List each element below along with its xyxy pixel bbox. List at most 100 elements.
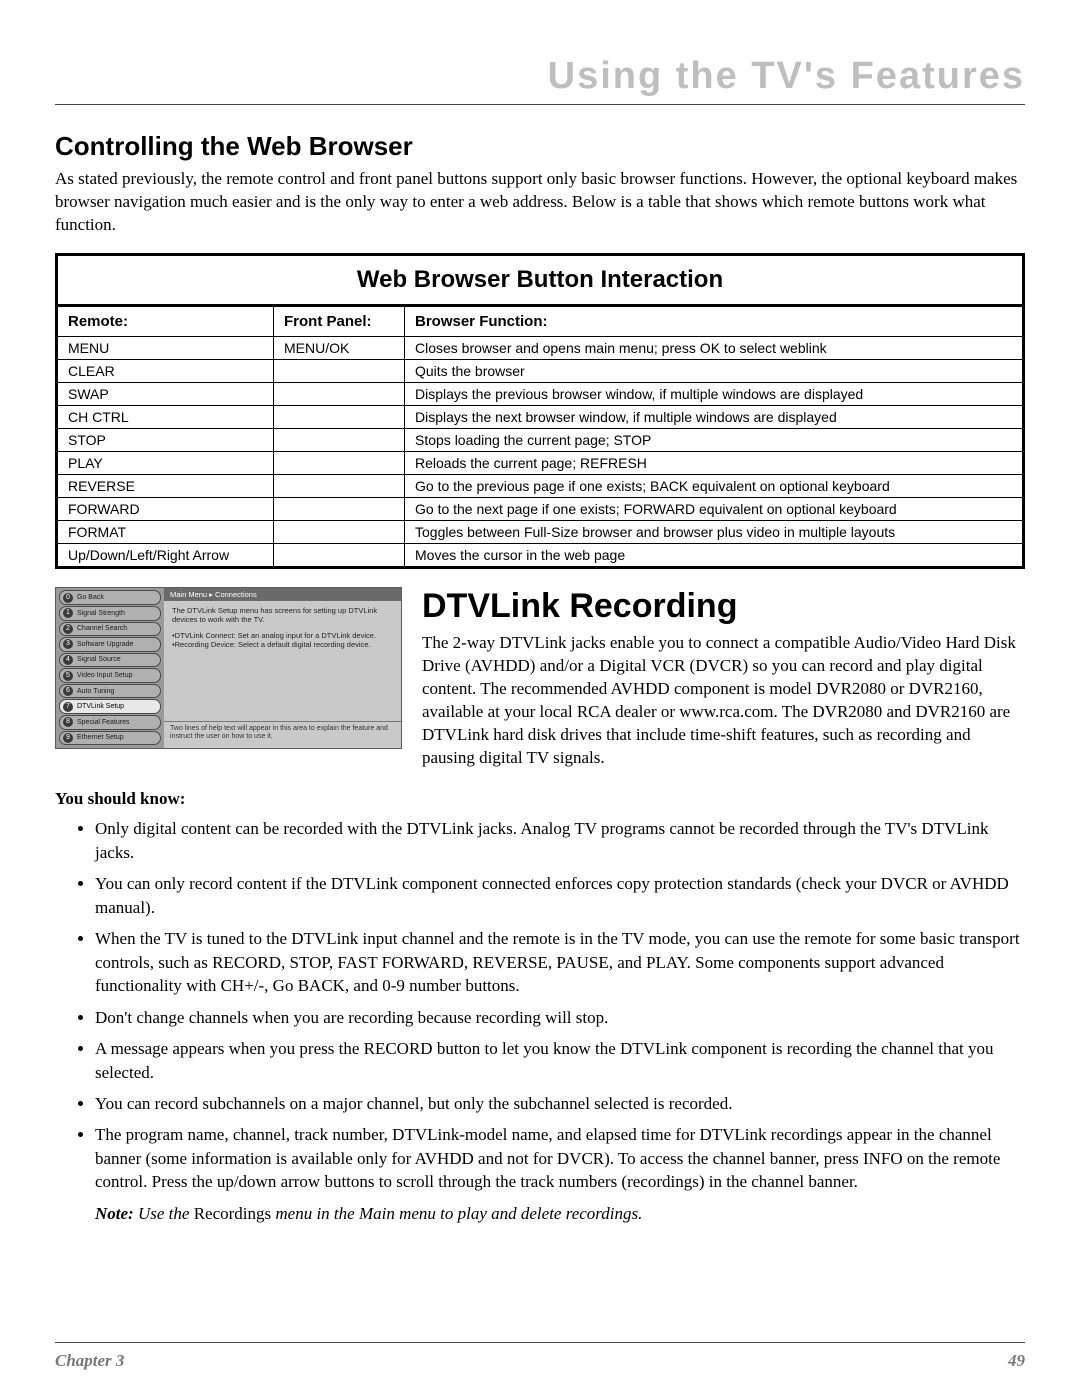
- cell-remote: PLAY: [57, 451, 274, 474]
- menu-item-label: Signal Strength: [77, 610, 125, 617]
- menu-item-label: Special Features: [77, 719, 130, 726]
- table-title: Web Browser Button Interaction: [57, 254, 1024, 305]
- th-func: Browser Function:: [405, 305, 1024, 336]
- list-item: Only digital content can be recorded wit…: [95, 817, 1025, 864]
- page-header-title: Using the TV's Features: [55, 55, 1025, 104]
- page-footer: Chapter 3 49: [55, 1342, 1025, 1371]
- menu-item: 3 Software Upgrade: [59, 637, 161, 652]
- cell-func: Go to the next page if one exists; FORWA…: [405, 497, 1024, 520]
- footer-rule: [55, 1342, 1025, 1343]
- menu-item: 1 Signal Strength: [59, 606, 161, 621]
- menu-item-label: Signal Source: [77, 656, 121, 663]
- note-rest-b: menu in the Main menu to play and delete…: [271, 1204, 642, 1223]
- menu-item-number: 8: [63, 717, 73, 727]
- cell-remote: FORMAT: [57, 520, 274, 543]
- menu-item: 7DTVLink Setup: [59, 699, 161, 714]
- note-rest-a: Use the: [134, 1204, 194, 1223]
- table-row: Up/Down/Left/Right Arrow Moves the cursor…: [57, 543, 1024, 567]
- list-item: Don't change channels when you are recor…: [95, 1006, 1025, 1029]
- cell-func: Closes browser and opens main menu; pres…: [405, 336, 1024, 359]
- cell-func: Reloads the current page; REFRESH: [405, 451, 1024, 474]
- menu-item-number: 9: [63, 733, 73, 743]
- menu-item-number: 6: [63, 686, 73, 696]
- list-item: You can record subchannels on a major ch…: [95, 1092, 1025, 1115]
- cell-func: Stops loading the current page; STOP: [405, 428, 1024, 451]
- note-prefix: Note:: [95, 1204, 134, 1223]
- menu-desc-line1: The DTVLink Setup menu has screens for s…: [172, 606, 393, 625]
- cell-front: MENU/OK: [274, 336, 405, 359]
- table-row: CH CTRL Displays the next browser window,…: [57, 405, 1024, 428]
- table-row: MENUMENU/OKCloses browser and opens main…: [57, 336, 1024, 359]
- menu-item-number: 3: [63, 639, 73, 649]
- menu-item: 6Auto Tuning: [59, 684, 161, 699]
- menu-description: The DTVLink Setup menu has screens for s…: [164, 601, 401, 721]
- section2-paragraph: The 2-way DTVLink jacks enable you to co…: [422, 632, 1025, 770]
- menu-item: 9 Ethernet Setup: [59, 731, 161, 746]
- cell-func: Displays the next browser window, if mul…: [405, 405, 1024, 428]
- menu-item-label: Go Back: [77, 594, 104, 601]
- cell-func: Go to the previous page if one exists; B…: [405, 474, 1024, 497]
- menu-item-number: 5: [63, 671, 73, 681]
- menu-item: 8 Special Features: [59, 715, 161, 730]
- cell-remote: CLEAR: [57, 359, 274, 382]
- table-row: SWAP Displays the previous browser window…: [57, 382, 1024, 405]
- menu-item-label: Software Upgrade: [77, 641, 133, 648]
- table-row: CLEAR Quits the browser: [57, 359, 1024, 382]
- menu-item-label: Ethernet Setup: [77, 734, 124, 741]
- cell-remote: SWAP: [57, 382, 274, 405]
- section2-heading: DTVLink Recording: [422, 587, 1025, 626]
- you-should-know-label: You should know:: [55, 789, 1025, 809]
- menu-item: 0 Go Back: [59, 590, 161, 605]
- th-front: Front Panel:: [274, 305, 405, 336]
- table-row: FORMAT Toggles between Full-Size browser …: [57, 520, 1024, 543]
- menu-item: 2 Channel Search: [59, 622, 161, 637]
- note-line: Note: Use the Recordings menu in the Mai…: [55, 1204, 1025, 1224]
- table-row: STOP Stops loading the current page; STOP: [57, 428, 1024, 451]
- menu-item-label: Channel Search: [77, 625, 127, 632]
- menu-item-number: 4: [63, 655, 73, 665]
- table-row: PLAY Reloads the current page; REFRESH: [57, 451, 1024, 474]
- menu-item-label: DTVLink Setup: [77, 703, 124, 710]
- cell-front: [274, 405, 405, 428]
- menu-item: 4 Signal Source: [59, 653, 161, 668]
- cell-front: [274, 359, 405, 382]
- section1-heading: Controlling the Web Browser: [55, 131, 1025, 162]
- section1-paragraph: As stated previously, the remote control…: [55, 168, 1025, 237]
- list-item: A message appears when you press the REC…: [95, 1037, 1025, 1084]
- cell-remote: REVERSE: [57, 474, 274, 497]
- list-item: The program name, channel, track number,…: [95, 1123, 1025, 1193]
- cell-func: Toggles between Full-Size browser and br…: [405, 520, 1024, 543]
- you-should-know-list: Only digital content can be recorded wit…: [55, 817, 1025, 1193]
- cell-remote: MENU: [57, 336, 274, 359]
- menu-item-number: 2: [63, 624, 73, 634]
- menu-help-text: Two lines of help text will appear in th…: [164, 721, 401, 748]
- cell-remote: FORWARD: [57, 497, 274, 520]
- list-item: When the TV is tuned to the DTVLink inpu…: [95, 927, 1025, 997]
- list-item: You can only record content if the DTVLi…: [95, 872, 1025, 919]
- header-rule: [55, 104, 1025, 105]
- note-nonitalic: Recordings: [194, 1204, 271, 1223]
- footer-chapter: Chapter 3: [55, 1351, 124, 1371]
- cell-remote: CH CTRL: [57, 405, 274, 428]
- menu-item-label: Video Input Setup: [77, 672, 133, 679]
- menu-desc-bullet1: •DTVLink Connect: Set an analog input fo…: [172, 631, 393, 640]
- cell-front: [274, 382, 405, 405]
- menu-breadcrumb: Main Menu ▸ Connections: [164, 588, 401, 601]
- table-row: FORWARD Go to the next page if one exists…: [57, 497, 1024, 520]
- cell-func: Quits the browser: [405, 359, 1024, 382]
- menu-item-number: 0: [63, 593, 73, 603]
- menu-item-number: 1: [63, 608, 73, 618]
- menu-item: 5 Video Input Setup: [59, 668, 161, 683]
- cell-front: [274, 543, 405, 567]
- cell-front: [274, 497, 405, 520]
- dtvlink-menu-screenshot: 0 Go Back 1 Signal Strength 2 Channel Search 3…: [55, 587, 402, 749]
- cell-func: Moves the cursor in the web page: [405, 543, 1024, 567]
- cell-front: [274, 451, 405, 474]
- browser-table: Web Browser Button Interaction Remote: F…: [55, 253, 1025, 569]
- cell-front: [274, 474, 405, 497]
- cell-remote: STOP: [57, 428, 274, 451]
- footer-page: 49: [1008, 1351, 1025, 1371]
- cell-func: Displays the previous browser window, if…: [405, 382, 1024, 405]
- cell-remote: Up/Down/Left/Right Arrow: [57, 543, 274, 567]
- cell-front: [274, 520, 405, 543]
